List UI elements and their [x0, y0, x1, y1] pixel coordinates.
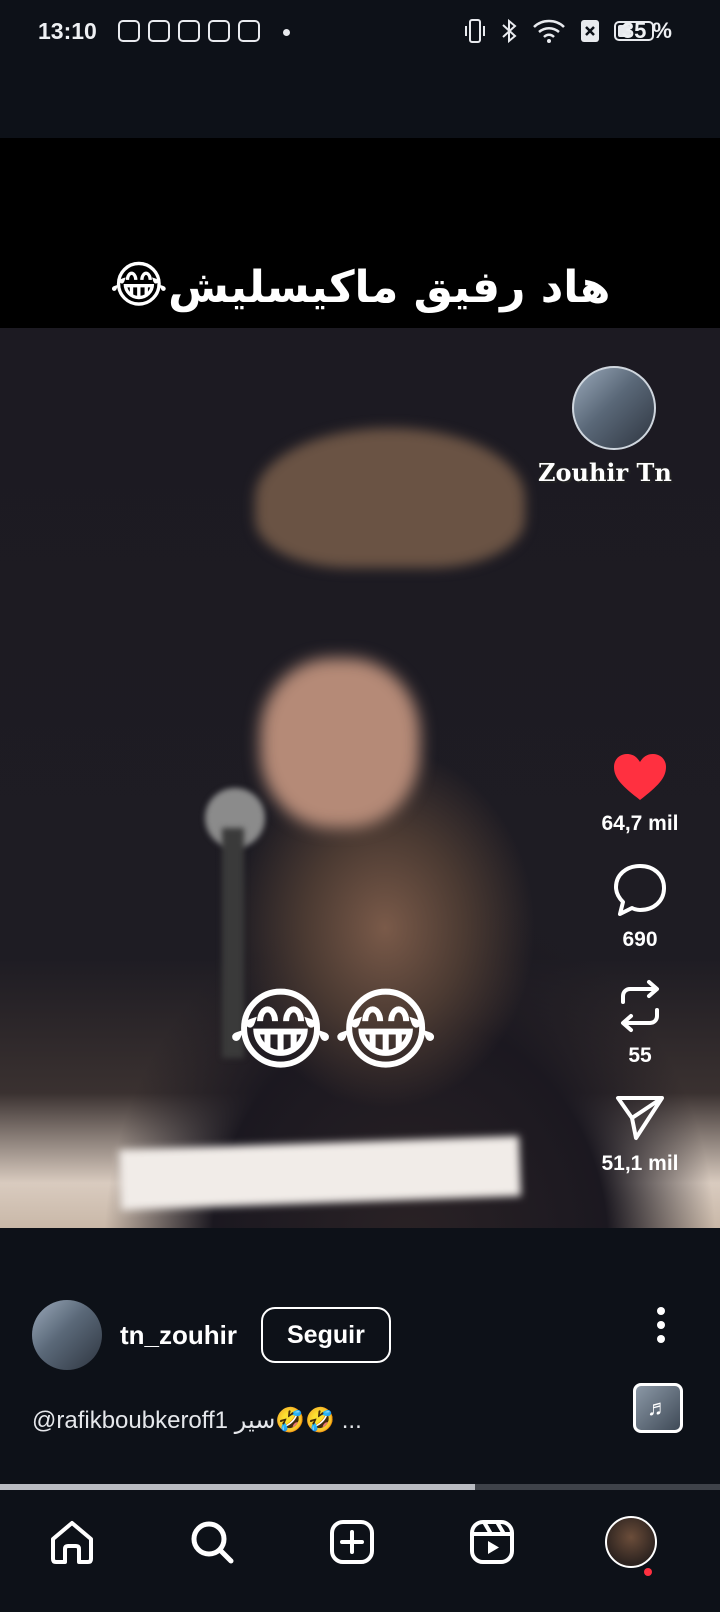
reel-actions: 64,7 mil 690 55 51,1 mil: [580, 752, 700, 1202]
laughing-emoji-pair: 😂😂: [228, 981, 439, 1081]
notification-icons: [118, 20, 260, 42]
wifi-icon: [533, 19, 565, 43]
search-icon[interactable]: [189, 1519, 235, 1565]
video-caption-banner: هاد رفيق ماكيسليش😂: [0, 256, 720, 314]
home-icon[interactable]: [49, 1519, 95, 1565]
vibrate-icon: [465, 19, 485, 43]
table-paper: [119, 1136, 521, 1210]
add-post-icon[interactable]: [329, 1519, 375, 1565]
follow-button[interactable]: Seguir: [261, 1307, 391, 1363]
watermark-name: Zouhir Tn: [538, 458, 672, 487]
laughing-emoji: 😂: [109, 256, 169, 314]
author-row: tn_zouhir Seguir: [32, 1300, 391, 1370]
comment-count: 690: [622, 928, 658, 951]
profile-notification-dot: [644, 1568, 652, 1576]
watermark-avatar: [572, 366, 656, 450]
author-avatar[interactable]: [32, 1300, 102, 1370]
video-subject-hand: [260, 658, 420, 828]
author-username[interactable]: tn_zouhir: [120, 1320, 237, 1351]
like-count: 64,7 mil: [601, 812, 679, 835]
play-icon: [178, 20, 200, 42]
more-notifications-dot: [283, 29, 290, 36]
post-caption[interactable]: @rafikboubkeroff1 سير🤣🤣 ...: [32, 1406, 362, 1435]
nav-home[interactable]: [42, 1512, 102, 1572]
share-count: 51,1 mil: [601, 1152, 679, 1175]
video-subject-hair: [255, 428, 525, 568]
share-action[interactable]: 51,1 mil: [580, 1094, 700, 1176]
battery-percent: 35 %: [621, 18, 672, 43]
comment-action[interactable]: 690: [580, 862, 700, 952]
bottom-navigation: [0, 1490, 720, 1612]
status-time: 13:10: [38, 18, 97, 44]
repost-action[interactable]: 55: [580, 978, 700, 1068]
music-note-icon: ♬: [647, 1395, 669, 1420]
shazam-icon: [208, 20, 230, 42]
share-icon[interactable]: [614, 1094, 666, 1142]
like-action[interactable]: 64,7 mil: [580, 752, 700, 836]
comment-icon[interactable]: [612, 862, 668, 918]
audio-thumbnail[interactable]: ♬: [633, 1383, 683, 1433]
repost-icon[interactable]: [615, 978, 665, 1034]
video-caption-text: هاد رفيق ماكيسليش: [168, 262, 611, 313]
x-icon: [581, 20, 599, 42]
more-options-icon[interactable]: [655, 1305, 667, 1345]
status-bar: 13:10 35 %: [0, 0, 720, 66]
bluetooth-icon: [502, 18, 517, 44]
reels-icon[interactable]: [469, 1519, 515, 1565]
discord-icon: [148, 20, 170, 42]
nav-create[interactable]: [322, 1512, 382, 1572]
hand-icon: [238, 20, 260, 42]
discord-icon: [118, 20, 140, 42]
heart-icon[interactable]: [612, 752, 668, 802]
overlay-emoji: 😂😂: [228, 986, 438, 1076]
nav-profile[interactable]: [601, 1512, 661, 1572]
profile-avatar[interactable]: [605, 1516, 657, 1568]
nav-search[interactable]: [182, 1512, 242, 1572]
repost-count: 55: [628, 1044, 652, 1067]
nav-reels[interactable]: [462, 1512, 522, 1572]
